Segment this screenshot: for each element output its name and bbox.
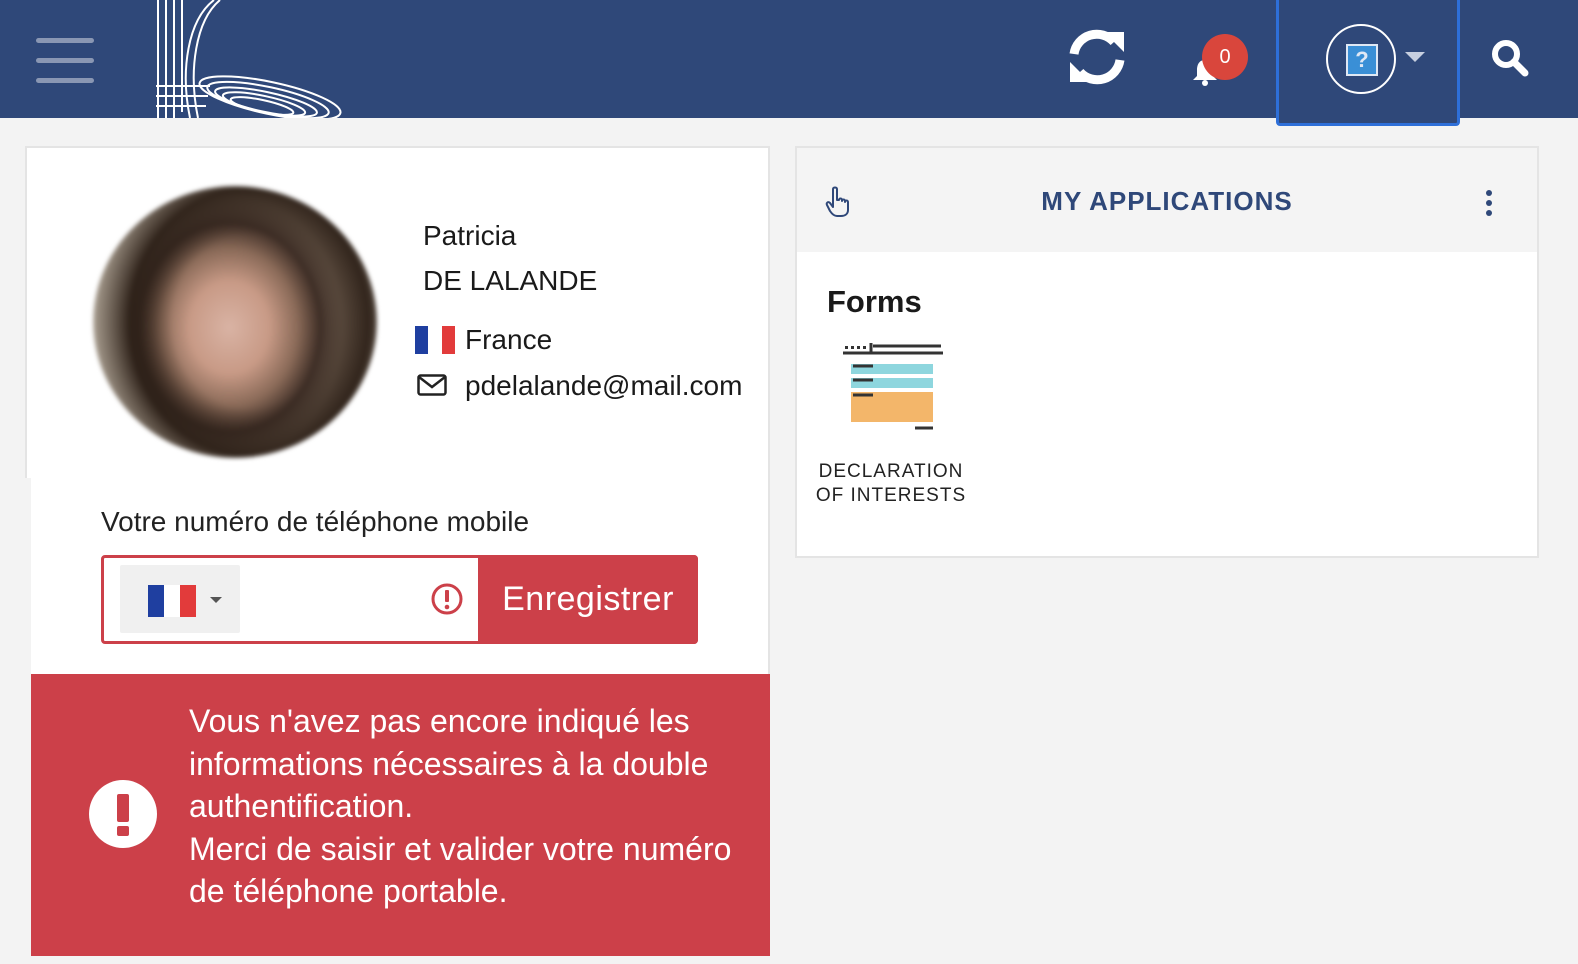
refresh-icon[interactable]: [1066, 28, 1128, 86]
tile-label-line: DECLARATION: [818, 461, 964, 482]
applications-header: MY APPLICATIONS: [797, 148, 1537, 252]
alert-message: Vous n'avez pas encore indiqué les infor…: [189, 700, 764, 913]
profile-card: Patricia DE LALANDE France pdelalande@ma…: [25, 146, 770, 478]
applications-card: MY APPLICATIONS Forms DECLARATION OF INT…: [795, 146, 1539, 558]
exclamation-icon: [89, 780, 157, 848]
help-menu[interactable]: ?: [1276, 0, 1460, 126]
help-icon: ?: [1346, 44, 1378, 76]
phone-input[interactable]: [246, 565, 426, 633]
phone-country-select[interactable]: [120, 565, 240, 633]
applications-title: MY APPLICATIONS: [1041, 186, 1293, 216]
menu-icon[interactable]: [36, 38, 96, 84]
forms-section-title: Forms: [827, 284, 922, 319]
help-button[interactable]: ?: [1326, 24, 1396, 94]
envelope-icon: [417, 374, 447, 396]
tile-label-line: OF INTERESTS: [815, 485, 967, 506]
country: France: [465, 324, 553, 355]
notification-count-badge[interactable]: 0: [1202, 34, 1248, 80]
alert-message-line: Merci de saisir et valider votre numéro …: [189, 830, 732, 910]
form-icon: [843, 343, 943, 430]
first-name: Patricia: [423, 220, 517, 251]
phone-label: Votre numéro de téléphone mobile: [101, 506, 530, 537]
more-options-icon[interactable]: [1483, 190, 1495, 216]
top-navigation-bar: 0 ?: [0, 0, 1578, 126]
alert-message-line: Vous n'avez pas encore indiqué les infor…: [189, 703, 709, 824]
chevron-down-icon[interactable]: [1405, 52, 1425, 62]
france-flag-icon: [415, 326, 455, 354]
last-name: DE LALANDE: [423, 265, 598, 296]
tile-label: DECLARATION OF INTERESTS: [811, 460, 971, 508]
institution-logo[interactable]: [150, 0, 350, 118]
search-icon[interactable]: [1490, 38, 1530, 78]
phone-input-group: Enregistrer: [101, 555, 698, 644]
error-icon: [431, 583, 463, 615]
phone-section: Votre numéro de téléphone mobile Enregis…: [31, 478, 770, 674]
alert-banner: Vous n'avez pas encore indiqué les infor…: [31, 674, 770, 956]
avatar: [93, 186, 377, 458]
declaration-of-interests-tile[interactable]: DECLARATION OF INTERESTS: [811, 336, 971, 516]
chevron-down-icon: [210, 597, 222, 603]
france-flag-icon: [148, 585, 196, 617]
save-button[interactable]: Enregistrer: [478, 555, 698, 644]
email: pdelalande@mail.com: [465, 370, 743, 401]
